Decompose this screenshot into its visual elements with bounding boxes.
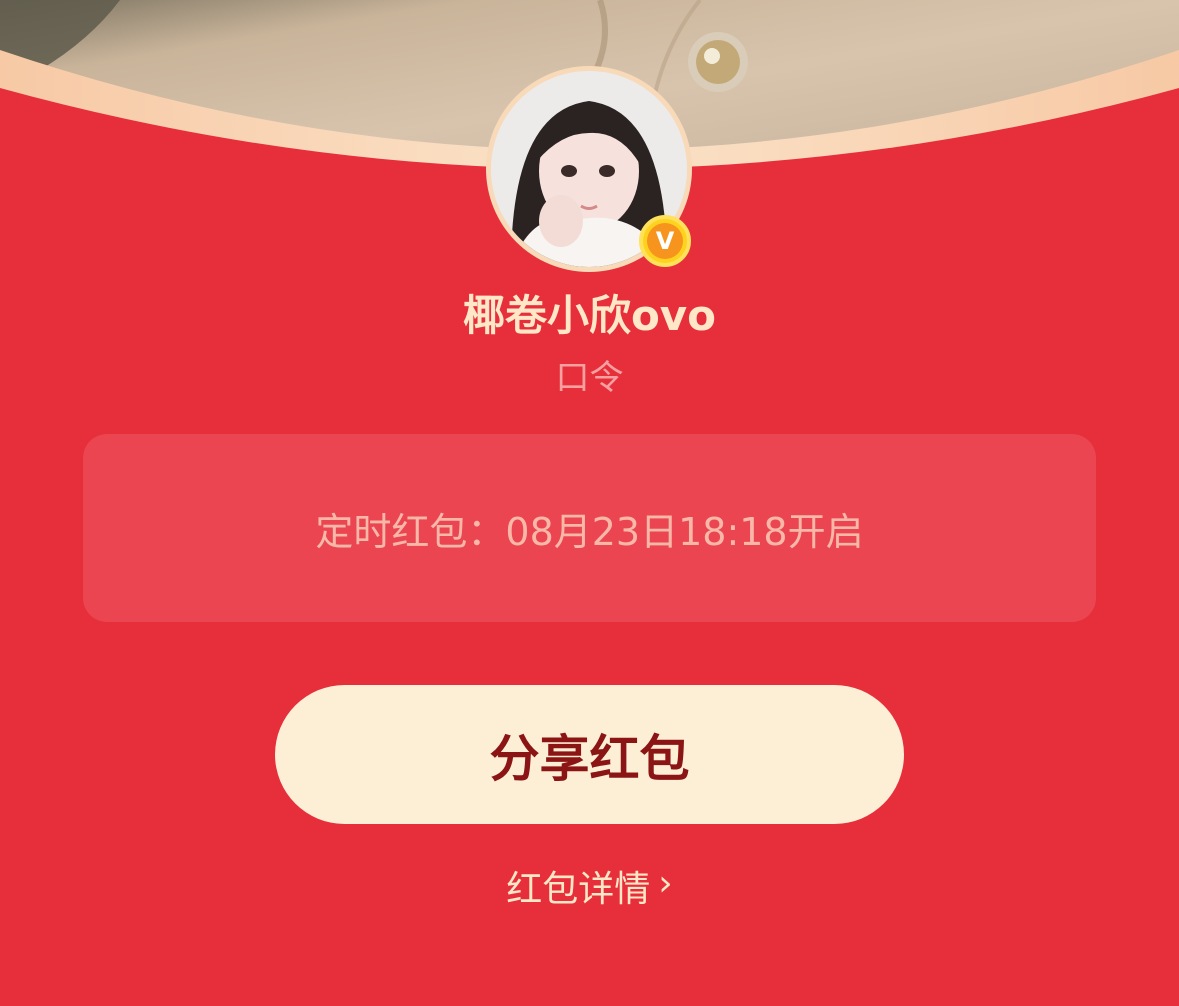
details-label: 红包详情 [506,869,651,910]
username: 椰卷小欣ovo [462,291,717,340]
packet-type-label: 口令 [555,358,624,398]
verified-badge: V [639,215,691,267]
red-packet-details-link[interactable]: 红包详情 › [0,860,1179,912]
red-packet-page: V 椰卷小欣ovo 口令 定时红包：08月23日18:18开启 分享红包 红包详… [0,0,1179,1006]
share-red-packet-button[interactable]: 分享红包 [275,685,904,824]
chevron-right-icon: › [658,863,673,904]
timer-card: 定时红包：08月23日18:18开启 [83,434,1096,622]
verified-v-icon: V [647,223,683,259]
timer-text: 定时红包：08月23日18:18开启 [315,509,864,554]
